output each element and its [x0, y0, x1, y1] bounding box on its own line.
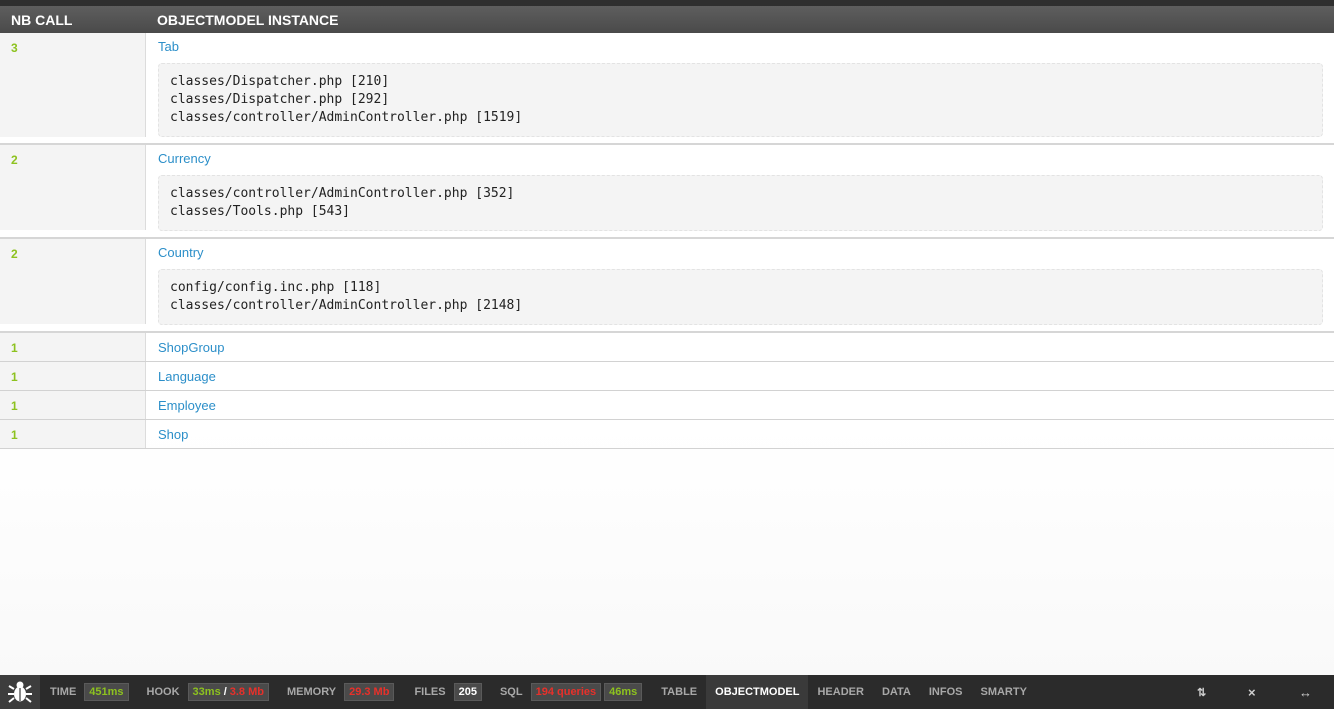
hook-label[interactable]: HOOK [147, 686, 180, 698]
tab-data[interactable]: DATA [873, 675, 920, 709]
trace-line: config/config.inc.php [118] [170, 280, 382, 295]
tab-infos[interactable]: INFOS [920, 675, 972, 709]
instance-link-country[interactable]: Country [158, 245, 1323, 260]
instance-link-language[interactable]: Language [158, 369, 1323, 384]
hook-separator: / [223, 686, 227, 698]
instance-cell: Country config/config.inc.php [118] clas… [146, 239, 1334, 331]
instance-link-tab[interactable]: Tab [158, 39, 1323, 54]
call-count: 2 [0, 239, 146, 324]
table-row: 2 Currency classes/controller/AdminContr… [0, 145, 1334, 239]
time-value: 451ms [84, 683, 129, 701]
call-count: 1 [0, 391, 146, 419]
hook-time: 33ms [192, 686, 221, 698]
trace-line: classes/controller/AdminController.php [… [170, 298, 523, 313]
objectmodel-panel: NB CALL OBJECTMODEL INSTANCE 3 Tab class… [0, 6, 1334, 675]
call-count: 1 [0, 333, 146, 361]
tab-header[interactable]: HEADER [808, 675, 872, 709]
files-label[interactable]: FILES [414, 686, 445, 698]
swap-position-icon[interactable]: ⇅ [1197, 675, 1206, 709]
sql-time: 46ms [604, 683, 643, 701]
instance-link-shop[interactable]: Shop [158, 427, 1323, 442]
call-count: 1 [0, 362, 146, 390]
call-count: 3 [0, 33, 146, 137]
trace-line: classes/Tools.php [543] [170, 204, 351, 219]
instance-cell: Shop [146, 420, 1334, 448]
trace-line: classes/Dispatcher.php [210] [170, 74, 390, 89]
hook-memory: 3.8 Mb [229, 686, 264, 698]
trace-line: classes/controller/AdminController.php [… [170, 186, 515, 201]
memory-label[interactable]: MEMORY [287, 686, 336, 698]
tab-objectmodel[interactable]: OBJECTMODEL [706, 675, 809, 709]
instance-link-employee[interactable]: Employee [158, 398, 1323, 413]
call-count: 1 [0, 420, 146, 448]
header-nb-call: NB CALL [11, 11, 73, 28]
table-row: 1 ShopGroup [0, 333, 1334, 362]
instance-cell: Currency classes/controller/AdminControl… [146, 145, 1334, 237]
header-objectmodel-instance: OBJECTMODEL INSTANCE [157, 11, 339, 28]
instance-cell: Language [146, 362, 1334, 390]
memory-value: 29.3 Mb [344, 683, 395, 701]
table-row: 3 Tab classes/Dispatcher.php [210] class… [0, 33, 1334, 145]
sql-queries: 194 queries [530, 683, 602, 701]
table-header: NB CALL OBJECTMODEL INSTANCE [0, 6, 1334, 33]
bug-icon[interactable] [0, 675, 40, 709]
instance-cell: Employee [146, 391, 1334, 419]
trace-line: classes/controller/AdminController.php [… [170, 110, 523, 125]
stack-trace: config/config.inc.php [118] classes/cont… [158, 269, 1323, 325]
table-row: 1 Employee [0, 391, 1334, 420]
tab-smarty[interactable]: SMARTY [971, 675, 1035, 709]
stack-trace: classes/controller/AdminController.php [… [158, 175, 1323, 231]
sql-label[interactable]: SQL [500, 686, 523, 698]
expand-icon[interactable]: ↔ [1299, 675, 1312, 709]
instance-cell: ShopGroup [146, 333, 1334, 361]
stack-trace: classes/Dispatcher.php [210] classes/Dis… [158, 63, 1323, 137]
instance-link-shopgroup[interactable]: ShopGroup [158, 340, 1323, 355]
tab-table[interactable]: TABLE [652, 675, 706, 709]
hook-value: 33ms / 3.8 Mb [187, 683, 269, 701]
trace-line: classes/Dispatcher.php [292] [170, 92, 390, 107]
instance-cell: Tab classes/Dispatcher.php [210] classes… [146, 33, 1334, 143]
call-count: 2 [0, 145, 146, 230]
time-label[interactable]: TIME [50, 686, 76, 698]
table-row: 2 Country config/config.inc.php [118] cl… [0, 239, 1334, 333]
close-icon[interactable]: × [1248, 675, 1256, 709]
files-value: 205 [453, 683, 482, 701]
table-row: 1 Shop [0, 420, 1334, 449]
instance-link-currency[interactable]: Currency [158, 151, 1323, 166]
debug-toolbar: TIME 451ms HOOK 33ms / 3.8 Mb MEMORY 29.… [0, 675, 1334, 709]
table-row: 1 Language [0, 362, 1334, 391]
